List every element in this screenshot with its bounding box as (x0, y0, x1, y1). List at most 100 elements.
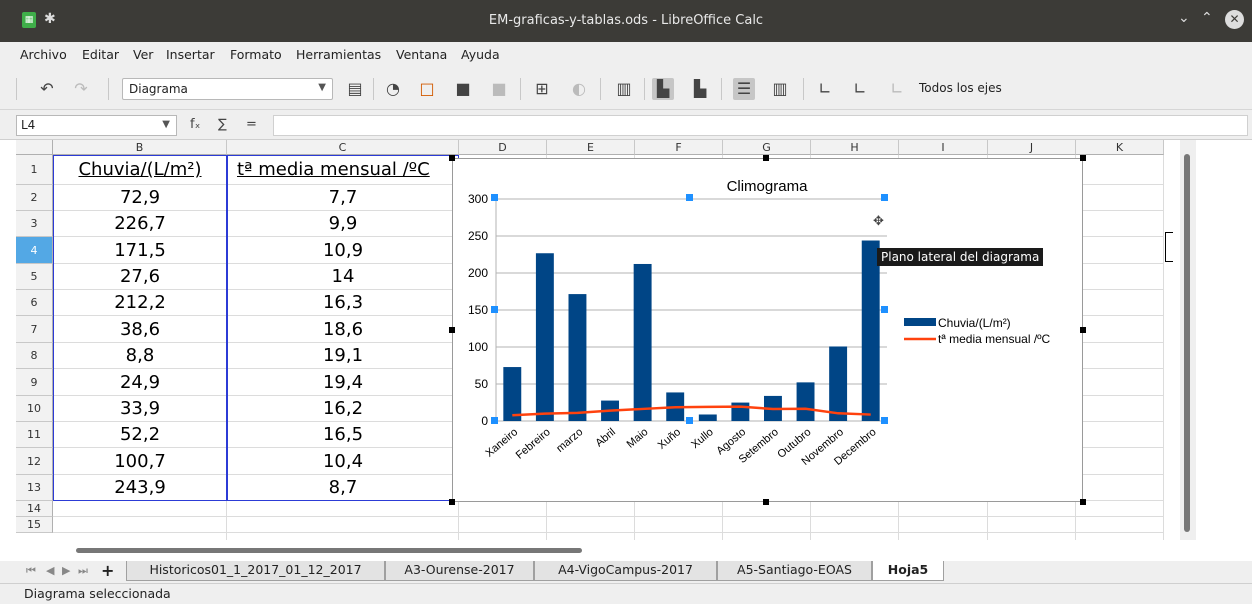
selection-handle[interactable] (449, 499, 455, 505)
column-header[interactable]: D (459, 140, 547, 155)
scroll-thumb[interactable] (76, 548, 582, 553)
wall-handle[interactable] (686, 417, 693, 424)
redo-icon[interactable]: ↷ (70, 78, 92, 100)
close-icon[interactable]: ✕ (1225, 10, 1244, 29)
equals-icon[interactable]: = (246, 117, 257, 132)
x-axis-icon[interactable]: ∟ (814, 78, 836, 100)
row-header[interactable]: 13 (16, 475, 53, 501)
wall-handle[interactable] (491, 306, 498, 313)
tab-a5-santiago[interactable]: A5-Santiago-EOAS (717, 561, 872, 581)
next-sheet-icon[interactable]: ▶ (62, 564, 70, 577)
row-header[interactable]: 10 (16, 396, 53, 422)
function-wizard-icon[interactable]: fₓ (190, 117, 200, 132)
selection-handle[interactable] (1080, 327, 1086, 333)
row-header[interactable]: 14 (16, 501, 53, 517)
name-box[interactable]: L4 ▼ (16, 115, 177, 136)
all-axes-button[interactable]: Todos los ejes (919, 81, 1002, 95)
column-header[interactable]: E (547, 140, 635, 155)
menu-herramientas[interactable]: Herramientas (296, 47, 381, 62)
column-header[interactable]: H (811, 140, 899, 155)
wall-handle[interactable] (491, 417, 498, 424)
row-header[interactable]: 8 (16, 343, 53, 369)
undo-icon[interactable]: ↶ (36, 78, 58, 100)
menu-formato[interactable]: Formato (230, 47, 282, 62)
tab-a4-vigocampus[interactable]: A4-VigoCampus-2017 (534, 561, 717, 581)
last-sheet-icon[interactable]: ⏭ (78, 564, 88, 578)
status-bar: Diagrama seleccionada (0, 583, 1252, 604)
select-all-corner[interactable] (16, 140, 53, 155)
titles-icon[interactable]: ▥ (613, 78, 635, 100)
selection-handle[interactable] (1080, 155, 1086, 161)
y-axis-icon[interactable]: ∟ (849, 78, 871, 100)
vertical-grids-icon[interactable]: ▥ (769, 78, 791, 100)
column-header[interactable]: B (53, 140, 227, 155)
selection-handle[interactable] (763, 499, 769, 505)
sum-icon[interactable]: ∑ (218, 117, 227, 132)
minimize-icon[interactable]: ⌄ (1178, 10, 1190, 26)
z-axis-icon[interactable]: ∟ (886, 78, 908, 100)
row-header[interactable]: 12 (16, 448, 53, 475)
x-tick-label: marzo (554, 426, 585, 455)
row-header[interactable]: 7 (16, 316, 53, 343)
row-header[interactable]: 4 (16, 237, 53, 264)
scroll-thumb[interactable] (1184, 154, 1190, 532)
row-header[interactable]: 5 (16, 264, 53, 290)
wall-handle[interactable] (881, 306, 888, 313)
horizontal-scrollbar[interactable] (16, 545, 1164, 555)
climograma-chart[interactable]: Climograma050100150200250300XaneiroFebre… (453, 159, 1084, 503)
data-table-icon[interactable]: ⊞ (531, 78, 553, 100)
3d-view-icon[interactable]: ■ (488, 78, 510, 100)
y-tick-label: 50 (475, 377, 489, 391)
row-header[interactable]: 2 (16, 185, 53, 211)
tab-a3-ourense[interactable]: A3-Ourense-2017 (385, 561, 534, 581)
menu-insertar[interactable]: Insertar (166, 47, 215, 62)
bar (861, 240, 880, 421)
column-header[interactable]: G (723, 140, 811, 155)
chart-wall-icon[interactable]: □ (416, 78, 438, 100)
chart-object[interactable]: Climograma 0 50 100 150 200 250 300 Xaneiro Febre… (452, 158, 1083, 502)
menu-ayuda[interactable]: Ayuda (461, 47, 500, 62)
legend-icon[interactable]: ▙ (689, 78, 711, 100)
first-sheet-icon[interactable]: ⏮ (26, 564, 36, 578)
row-header[interactable]: 15 (16, 517, 53, 533)
selection-handle[interactable] (763, 155, 769, 161)
row-header[interactable]: 9 (16, 369, 53, 396)
prev-sheet-icon[interactable]: ◀ (46, 564, 54, 577)
name-box-value: L4 (21, 118, 36, 132)
data-ranges-icon[interactable]: ◐ (568, 78, 590, 100)
row-header[interactable]: 1 (16, 155, 53, 185)
column-header[interactable]: J (988, 140, 1076, 155)
formula-input[interactable] (273, 115, 1248, 136)
selection-handle[interactable] (449, 155, 455, 161)
vertical-scrollbar[interactable] (1180, 140, 1196, 540)
chart-type-icon[interactable]: ◔ (382, 78, 404, 100)
column-header[interactable]: K (1076, 140, 1164, 155)
maximize-icon[interactable]: ⌃ (1201, 10, 1213, 26)
chart-area-icon[interactable]: ■ (452, 78, 474, 100)
chart-element-select[interactable]: Diagrama ▼ (122, 78, 333, 100)
wall-handle[interactable] (881, 417, 888, 424)
legend-on-off-icon[interactable]: ▙ (652, 78, 674, 100)
wall-handle[interactable] (686, 194, 693, 201)
wall-handle[interactable] (491, 194, 498, 201)
wall-handle[interactable] (881, 194, 888, 201)
tab-hoja5[interactable]: Hoja5 (872, 561, 944, 581)
menu-ventana[interactable]: Ventana (396, 47, 447, 62)
column-header[interactable]: I (899, 140, 988, 155)
column-header[interactable]: F (635, 140, 723, 155)
row-header[interactable]: 6 (16, 290, 53, 316)
selection-handle[interactable] (449, 327, 455, 333)
horizontal-grids-icon[interactable]: ☰ (733, 78, 755, 100)
menu-archivo[interactable]: Archivo (20, 47, 67, 62)
grid-line (1163, 155, 1164, 540)
legend-swatch (904, 318, 936, 326)
row-header[interactable]: 11 (16, 422, 53, 448)
menu-ver[interactable]: Ver (133, 47, 153, 62)
add-sheet-icon[interactable]: + (101, 561, 114, 580)
row-header[interactable]: 3 (16, 211, 53, 237)
tab-historicos01[interactable]: Historicos01_1_2017_01_12_2017 (126, 561, 385, 581)
format-selection-icon[interactable]: ▤ (344, 78, 366, 100)
selection-handle[interactable] (1080, 499, 1086, 505)
menu-editar[interactable]: Editar (82, 47, 119, 62)
column-header[interactable]: C (227, 140, 459, 155)
